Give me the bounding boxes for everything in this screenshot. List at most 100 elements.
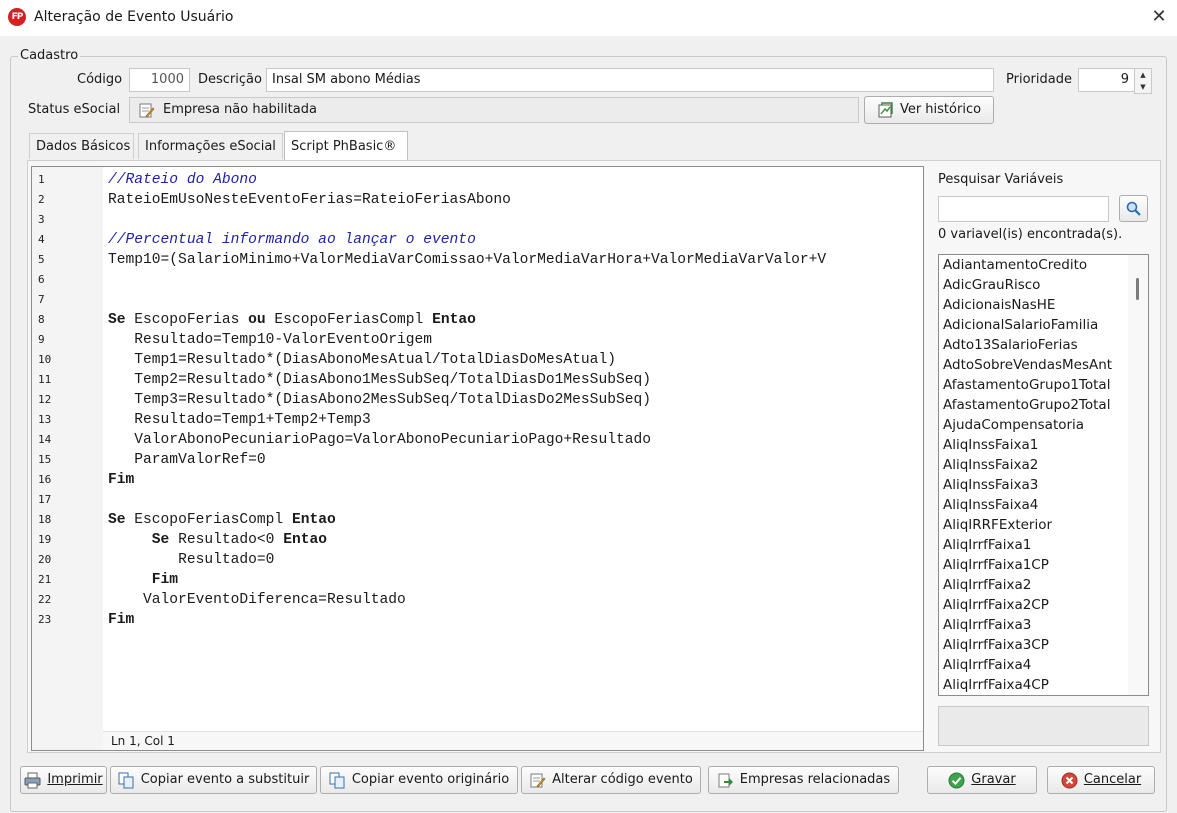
- edit-document-icon: [529, 772, 546, 789]
- code-line[interactable]: Temp2=Resultado*(DiasAbono1MesSubSeq/Tot…: [108, 370, 920, 390]
- variable-list-item[interactable]: Adto13SalarioFerias: [939, 335, 1148, 355]
- variable-list-item[interactable]: AdicionaisNasHE: [939, 295, 1148, 315]
- line-number: 8: [38, 313, 45, 326]
- variable-list-item[interactable]: AliqInssFaixa1: [939, 435, 1148, 455]
- line-number: 14: [38, 433, 52, 446]
- search-button[interactable]: [1119, 195, 1148, 222]
- code-line[interactable]: //Rateio do Abono: [108, 170, 920, 190]
- prioridade-stepper[interactable]: ▲ ▼: [1134, 68, 1152, 94]
- variable-list-item[interactable]: AliqIrrfFaixa3: [939, 615, 1148, 635]
- code-line[interactable]: Temp1=Resultado*(DiasAbonoMesAtual/Total…: [108, 350, 920, 370]
- code-line[interactable]: [108, 490, 920, 510]
- ver-historico-label: Ver histórico: [899, 102, 982, 117]
- variables-list[interactable]: AdiantamentoCredito AdicGrauRisco Adiciona…: [938, 254, 1149, 696]
- line-number: 6: [38, 273, 45, 286]
- tab-informacoes-esocial[interactable]: Informações eSocial: [138, 133, 283, 159]
- variable-list-item[interactable]: AdiantamentoCredito: [939, 255, 1148, 275]
- stepper-down-icon[interactable]: ▼: [1135, 81, 1151, 93]
- cursor-position: Ln 1, Col 1: [103, 731, 923, 750]
- search-variables-input[interactable]: [938, 196, 1109, 222]
- copy-icon: [118, 772, 135, 789]
- code-line[interactable]: RateioEmUsoNesteEventoFerias=RateioFeria…: [108, 190, 920, 210]
- variable-list-item[interactable]: AfastamentoGrupo1Total: [939, 375, 1148, 395]
- code-line[interactable]: Se EscopoFeriasCompl Entao: [108, 510, 920, 530]
- close-icon[interactable]: ✕: [1148, 6, 1170, 28]
- cancelar-button[interactable]: Cancelar: [1047, 766, 1155, 794]
- imprimir-button[interactable]: Imprimir: [20, 766, 107, 794]
- tab-script-phbasic[interactable]: Script PhBasic®: [284, 131, 408, 161]
- variable-list-item[interactable]: AliqInssFaixa2: [939, 455, 1148, 475]
- line-number: 5: [38, 253, 45, 266]
- codigo-field[interactable]: 1000: [129, 68, 190, 92]
- line-number: 15: [38, 453, 52, 466]
- code-line[interactable]: Fim: [108, 570, 920, 590]
- variable-list-item[interactable]: AliqIrrfFaixa4: [939, 655, 1148, 675]
- alterar-codigo-evento-button[interactable]: Alterar código evento: [521, 766, 701, 794]
- line-number: 11: [38, 373, 52, 386]
- variable-list-item[interactable]: AdicionalSalarioFamilia: [939, 315, 1148, 335]
- cadastro-legend: Cadastro: [18, 48, 81, 63]
- code-line[interactable]: Resultado=Temp10-ValorEventoOrigem: [108, 330, 920, 350]
- line-number: 10: [38, 353, 52, 366]
- line-number: 2: [38, 193, 45, 206]
- code-line[interactable]: Temp3=Resultado*(DiasAbono2MesSubSeq/Tot…: [108, 390, 920, 410]
- printer-icon: [24, 772, 41, 789]
- code-line[interactable]: Resultado=Temp1+Temp2+Temp3: [108, 410, 920, 430]
- status-esocial-label: Status eSocial: [28, 102, 121, 117]
- code-line[interactable]: Se EscopoFerias ou EscopoFeriasCompl Ent…: [108, 310, 920, 330]
- variable-list-item[interactable]: AdtoSobreVendasMesAnt: [939, 355, 1148, 375]
- window-title: Alteração de Evento Usuário: [34, 9, 234, 25]
- ver-historico-button[interactable]: Ver histórico: [864, 96, 994, 124]
- code-line[interactable]: Temp10=(SalarioMinimo+ValorMediaVarComis…: [108, 250, 920, 270]
- variable-list-item[interactable]: AjudaCompensatoria: [939, 415, 1148, 435]
- code-line[interactable]: ParamValorRef=0: [108, 450, 920, 470]
- tab-dados-basicos[interactable]: Dados Básicos: [29, 133, 134, 159]
- descricao-label: Descrição: [198, 72, 262, 87]
- scrollbar-thumb[interactable]: [1136, 278, 1139, 300]
- stepper-up-icon[interactable]: ▲: [1135, 69, 1151, 81]
- code-area[interactable]: //Rateio do Abono RateioEmUsoNesteEventoF…: [108, 170, 920, 630]
- copiar-evento-originario-label: Copiar evento originário: [351, 772, 510, 787]
- imprimir-label: Imprimir: [47, 772, 103, 787]
- variable-list-item[interactable]: AliqInssFaixa4: [939, 495, 1148, 515]
- empresas-relacionadas-button[interactable]: Empresas relacionadas: [708, 766, 899, 794]
- line-number: 18: [38, 513, 52, 526]
- code-line[interactable]: Fim: [108, 610, 920, 630]
- variable-detail-box: [938, 706, 1149, 746]
- variable-list-item[interactable]: AliqIrrfFaixa2CP: [939, 595, 1148, 615]
- code-line[interactable]: ValorEventoDiferenca=Resultado: [108, 590, 920, 610]
- copy-icon: [329, 772, 346, 789]
- alterar-codigo-evento-label: Alterar código evento: [552, 772, 693, 787]
- variables-scrollbar[interactable]: [1128, 255, 1148, 695]
- check-icon: [948, 772, 965, 789]
- variable-list-item[interactable]: AliqIrrfFaixa2: [939, 575, 1148, 595]
- variable-list-item[interactable]: AliqIRRFExterior: [939, 515, 1148, 535]
- line-number: 16: [38, 473, 52, 486]
- line-number: 4: [38, 233, 45, 246]
- variable-list-item[interactable]: AliqInssFaixa3: [939, 475, 1148, 495]
- code-line[interactable]: [108, 290, 920, 310]
- variable-list-item[interactable]: AliqIrrfFaixa1CP: [939, 555, 1148, 575]
- prioridade-field[interactable]: 9: [1078, 68, 1135, 92]
- variable-list-item[interactable]: AliqIrrfFaixa3CP: [939, 635, 1148, 655]
- variable-list-item[interactable]: AliqIrrfFaixa4CP: [939, 675, 1148, 695]
- gravar-button[interactable]: Gravar: [927, 766, 1037, 794]
- code-line[interactable]: //Percentual informando ao lançar o even…: [108, 230, 920, 250]
- code-line[interactable]: Se Resultado<0 Entao: [108, 530, 920, 550]
- codigo-label: Código: [77, 72, 123, 87]
- code-line[interactable]: Fim: [108, 470, 920, 490]
- search-icon: [1125, 200, 1142, 217]
- line-number: 23: [38, 613, 52, 626]
- cancelar-label: Cancelar: [1083, 772, 1142, 787]
- variable-list-item[interactable]: AfastamentoGrupo2Total: [939, 395, 1148, 415]
- descricao-field[interactable]: Insal SM abono Médias: [266, 68, 994, 92]
- variable-list-item[interactable]: AdicGrauRisco: [939, 275, 1148, 295]
- code-line[interactable]: [108, 210, 920, 230]
- code-line[interactable]: [108, 270, 920, 290]
- code-line[interactable]: Resultado=0: [108, 550, 920, 570]
- copiar-evento-originario-button[interactable]: Copiar evento originário: [320, 766, 518, 794]
- variable-list-item[interactable]: AliqIrrfFaixa1: [939, 535, 1148, 555]
- code-line[interactable]: ValorAbonoPecuniarioPago=ValorAbonoPecun…: [108, 430, 920, 450]
- copiar-evento-substituir-button[interactable]: Copiar evento a substituir: [110, 766, 317, 794]
- cancel-icon: [1061, 772, 1078, 789]
